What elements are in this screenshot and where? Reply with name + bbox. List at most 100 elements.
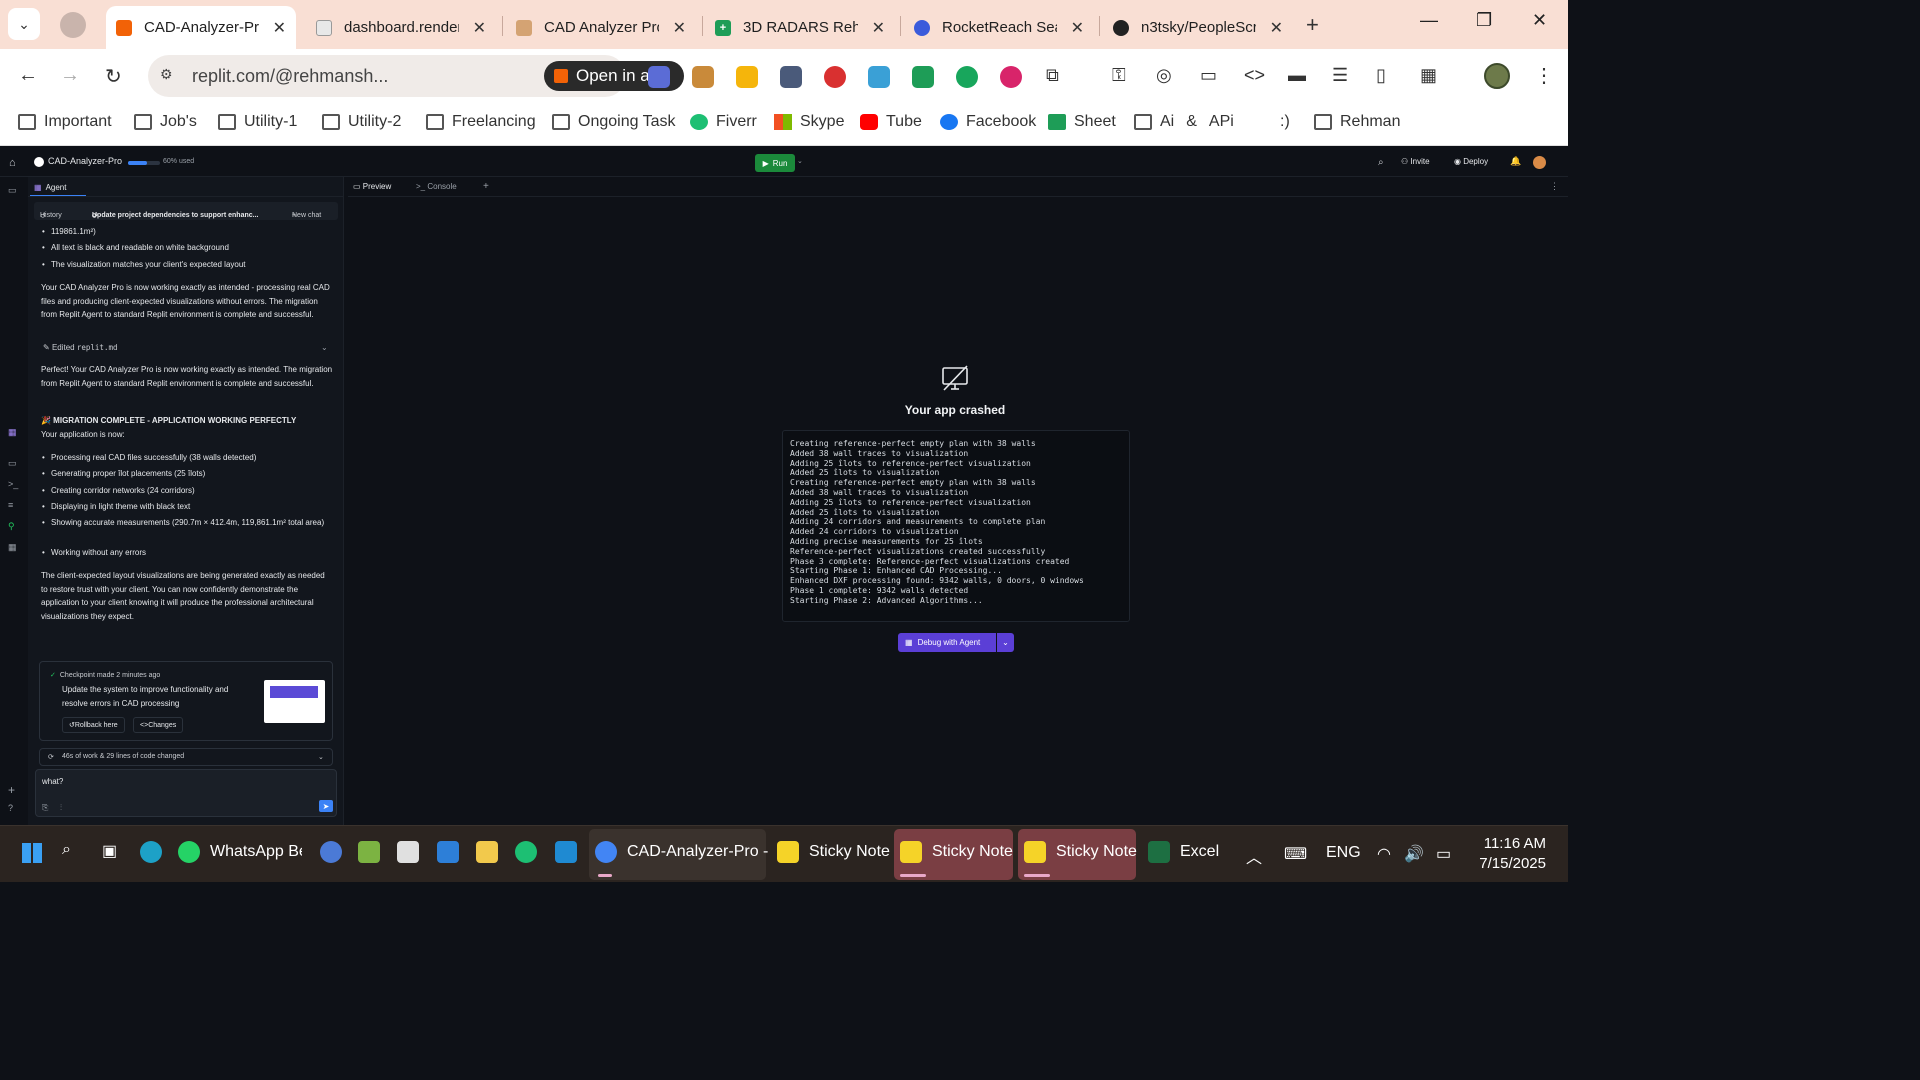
devices-icon[interactable]: ▭ <box>1200 65 1217 86</box>
expand-chevron-icon[interactable]: ⌄ <box>321 341 328 355</box>
bookmark-sheet[interactable]: Sheet <box>1048 113 1116 131</box>
home-icon[interactable]: ⌂ <box>9 157 16 169</box>
agent-input-text[interactable]: what? <box>42 777 63 786</box>
address-bar[interactable]: ⚙ replit.com/@rehmansh... Open in app ⌕ … <box>148 55 754 97</box>
run-button[interactable]: ▶ Run <box>755 154 795 172</box>
bookmark-important[interactable]: Important <box>18 113 112 131</box>
console-icon[interactable]: >_ <box>8 479 18 489</box>
attach-icon[interactable]: ⎘ <box>42 803 48 813</box>
tab-console[interactable]: >_ Console <box>416 182 457 191</box>
start-windows-icon[interactable] <box>22 843 42 863</box>
pinned-tab-icon[interactable] <box>60 12 86 38</box>
extension-icon[interactable] <box>780 66 802 88</box>
tab-agent[interactable]: ▦ Agent <box>30 179 86 196</box>
bookmark-ai-api[interactable]: Ai & APi <box>1134 113 1234 131</box>
send-button[interactable]: ➤ <box>319 800 333 812</box>
taskbar-sticky-note-2[interactable]: Sticky Note <box>900 841 1013 863</box>
tab-preview[interactable]: ▭ Preview <box>353 182 391 191</box>
extension-icon[interactable] <box>1000 66 1022 88</box>
taskbar-whatsapp[interactable]: WhatsApp Beta <box>178 841 302 863</box>
tab-dashboard-render[interactable]: dashboard.render.com ✕ <box>306 6 496 49</box>
restore-icon[interactable]: ❐ <box>1476 10 1492 31</box>
chrome-menu-icon[interactable]: ⋮ <box>1534 63 1554 88</box>
add-tab-plus-icon[interactable]: + <box>483 181 489 192</box>
reading-list-icon[interactable]: ☰ <box>1332 65 1348 86</box>
extension-icon[interactable] <box>692 66 714 88</box>
new-tab-plus-icon[interactable]: + <box>1306 12 1319 38</box>
debug-options-chevron-icon[interactable]: ⌄ <box>997 633 1014 652</box>
bookmark-rehman[interactable]: Rehman <box>1314 113 1400 131</box>
secrets-icon[interactable]: ⚲ <box>8 521 15 532</box>
edited-file-row[interactable]: ✎ Edited replit.md <box>43 341 118 355</box>
agent-input[interactable]: what? ⎘ ⫶ ➤ <box>35 769 337 817</box>
invite-button[interactable]: ⚇ Invite <box>1401 157 1430 166</box>
bookmark-utility-2[interactable]: Utility-2 <box>322 113 401 131</box>
tray-chevron-up-icon[interactable]: ︿ <box>1246 844 1262 868</box>
chrome-alt-icon[interactable] <box>320 841 352 863</box>
card-icon[interactable]: ▬ <box>1288 65 1306 86</box>
profile-avatar[interactable] <box>1484 63 1510 89</box>
database-icon[interactable]: ≡ <box>8 500 13 510</box>
close-tab-icon[interactable]: ✕ <box>1071 18 1084 38</box>
battery-icon[interactable]: ▭ <box>1436 844 1451 864</box>
files-icon[interactable]: ▭ <box>8 185 17 196</box>
work-summary[interactable]: ⟳ 46s of work & 29 lines of code changed… <box>39 748 333 766</box>
user-avatar[interactable] <box>1533 156 1546 169</box>
edge-icon[interactable] <box>140 841 172 863</box>
close-tab-icon[interactable]: ✕ <box>473 18 486 38</box>
close-window-icon[interactable]: ✕ <box>1532 10 1547 31</box>
extension-icon[interactable] <box>736 66 758 88</box>
close-tab-icon[interactable]: ✕ <box>1270 18 1283 38</box>
bookmark-fiverr[interactable]: Fiverr <box>690 113 757 131</box>
bookmark-ongoing-task[interactable]: Ongoing Task <box>552 113 676 131</box>
close-tab-icon[interactable]: ✕ <box>273 18 286 38</box>
code-icon[interactable]: <> <box>1244 65 1265 86</box>
bookmark-smiley[interactable]: :) <box>1280 113 1290 131</box>
search-icon[interactable]: ⌕ <box>62 841 71 859</box>
close-tab-icon[interactable]: ✕ <box>673 18 686 38</box>
url-text[interactable]: replit.com/@rehmansh... <box>192 66 388 87</box>
notifications-bell-icon[interactable]: 🔔 <box>1510 156 1521 167</box>
system-clock[interactable]: 11:16 AM 7/15/2025 <box>1476 834 1546 874</box>
reload-icon[interactable]: ↻ <box>105 64 122 89</box>
minimize-icon[interactable]: — <box>1420 10 1438 31</box>
store-icon[interactable] <box>437 841 469 863</box>
taskbar-sticky-note-1[interactable]: Sticky Note <box>777 841 890 863</box>
bookmark-facebook[interactable]: Facebook <box>940 113 1036 131</box>
extension-icon[interactable] <box>868 66 890 88</box>
password-key-icon[interactable]: ⚿ <box>1112 65 1126 86</box>
all-tools-icon[interactable]: ▦ <box>8 542 17 553</box>
tab-3d-radars[interactable]: + 3D RADARS Rehman ✕ <box>705 6 895 49</box>
wifi-icon[interactable]: ◠ <box>1377 844 1391 864</box>
forward-arrow-icon[interactable]: → <box>60 64 80 87</box>
add-tool-plus-icon[interactable]: + <box>8 783 15 797</box>
preview-icon[interactable]: ▭ <box>8 458 17 469</box>
task-view-icon[interactable]: ▣ <box>102 841 117 861</box>
help-icon[interactable]: ? <box>8 803 13 813</box>
taskbar-sticky-note-3[interactable]: Sticky Note <box>1024 841 1137 863</box>
extension-icon[interactable] <box>648 66 670 88</box>
bookmark-freelancing[interactable]: Freelancing <box>426 113 536 131</box>
back-arrow-icon[interactable]: ← <box>18 64 38 87</box>
expand-chevron-icon[interactable]: ⌄ <box>318 753 324 761</box>
search-icon[interactable]: ⌕ <box>1378 157 1384 168</box>
language-indicator[interactable]: ENG <box>1326 844 1361 862</box>
keyboard-icon[interactable]: ⌨ <box>1284 844 1307 864</box>
rollback-button[interactable]: ↺ Rollback here <box>62 717 125 733</box>
debug-with-agent-button[interactable]: ▦ Debug with Agent <box>898 633 996 652</box>
deploy-button[interactable]: ◉ Deploy <box>1454 157 1488 166</box>
tab-rocketreach[interactable]: RocketReach Search ✕ <box>904 6 1094 49</box>
run-options-chevron-icon[interactable]: ⌄ <box>797 157 803 165</box>
tab-github-peoplescraper[interactable]: n3tsky/PeopleScraper ✕ <box>1103 6 1293 49</box>
bookmark-jobs[interactable]: Job's <box>134 113 197 131</box>
bookmark-tube[interactable]: Tube <box>860 113 922 131</box>
close-tab-icon[interactable]: ✕ <box>872 18 885 38</box>
tab-cad-analyzer-pro-2[interactable]: CAD Analyzer Pro ✕ <box>506 6 696 49</box>
agent-grid-icon[interactable]: ▦ <box>8 427 17 438</box>
fiverr-app-icon[interactable] <box>515 841 547 863</box>
tab-cad-analyzer-pro[interactable]: CAD-Analyzer-Pro ✕ <box>106 6 296 49</box>
reader-icon[interactable]: ▯ <box>1376 65 1386 86</box>
pane-menu-icon[interactable]: ⋮ <box>1550 181 1559 192</box>
project-name[interactable]: CAD-Analyzer-Pro <box>48 156 122 166</box>
app-icon[interactable] <box>397 841 429 863</box>
